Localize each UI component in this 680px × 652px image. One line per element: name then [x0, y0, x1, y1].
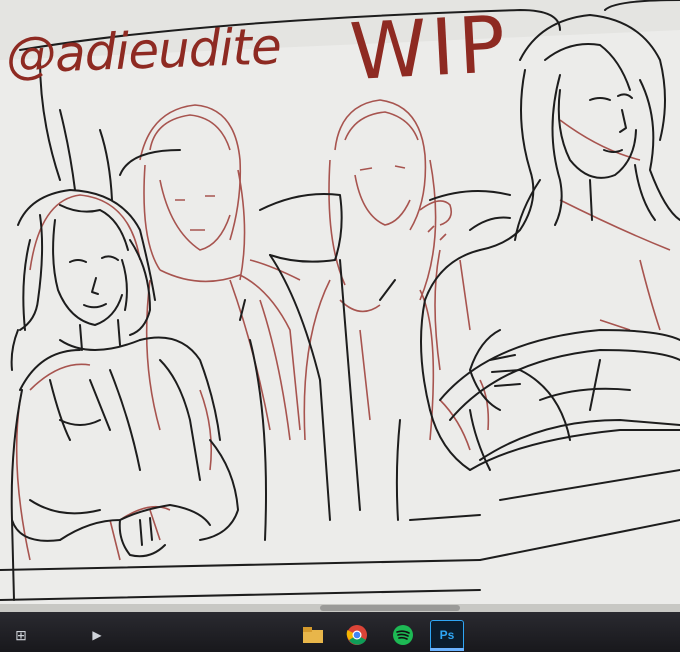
spotify-icon[interactable]	[390, 622, 416, 648]
file-explorer-icon[interactable]	[300, 622, 326, 648]
windows-taskbar: ⊞ ▶ Ps	[0, 612, 680, 652]
scrollbar-thumb[interactable]	[320, 605, 460, 611]
active-app-indicator	[430, 648, 464, 651]
photoshop-icon[interactable]: Ps	[430, 620, 464, 650]
monitor-screen: @adieudite WIP ⊞ ▶ Ps	[0, 0, 680, 652]
windows-start-icon[interactable]: ⊞	[8, 622, 34, 648]
chrome-icon[interactable]	[344, 622, 370, 648]
drawing-canvas[interactable]	[0, 0, 680, 612]
media-icon[interactable]: ▶	[84, 622, 110, 648]
